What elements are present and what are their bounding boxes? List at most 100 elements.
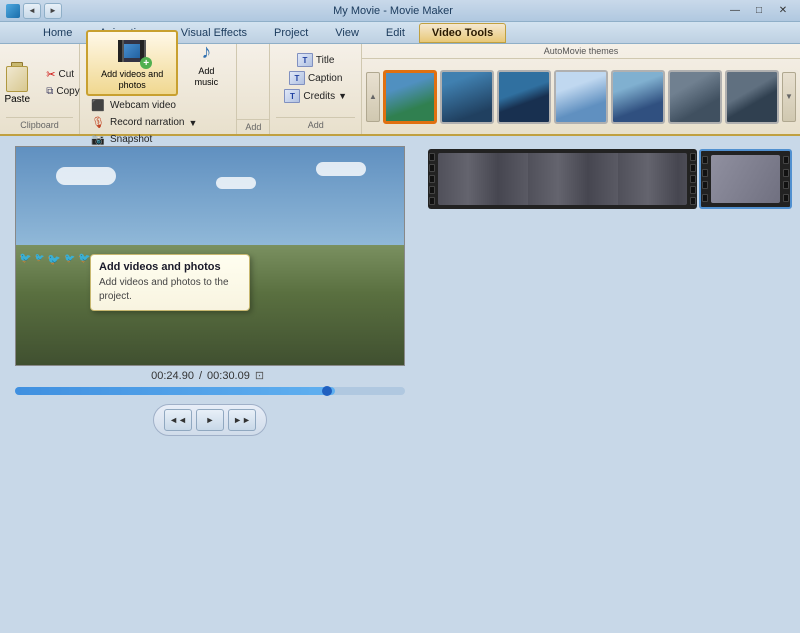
ribbon-group-add: + Add videos and photos ♪ Add music ⬛ We… — [80, 44, 237, 134]
film-holes-left — [428, 149, 436, 209]
add-overlay-icon: + — [140, 57, 152, 69]
film-holes-right-2 — [782, 151, 790, 207]
title-bar: ◄ ► My Movie - Movie Maker — □ ✕ — [0, 0, 800, 22]
playback-controls: ◄◄ ► ►► — [153, 404, 267, 436]
add-music-label: Add music — [186, 66, 226, 88]
film-hole-s2 — [702, 169, 708, 177]
theme-5-preview — [613, 72, 663, 122]
ribbon-group-text: T Title T Caption T Credits ▼ Add — [269, 44, 362, 134]
film-hole-1 — [429, 153, 435, 161]
theme-4[interactable] — [554, 70, 608, 124]
theme-4-preview — [556, 72, 606, 122]
ribbon-group-clipboard: Paste ✂ Cut ⧉ Copy Clipboard — [0, 44, 80, 134]
tab-edit[interactable]: Edit — [373, 23, 418, 43]
automovie-section: AutoMovie themes ▲ ▼ — [362, 44, 800, 134]
back-button[interactable]: ◄ — [23, 3, 41, 19]
paste-button[interactable]: Paste — [0, 56, 39, 109]
cut-label: Cut — [58, 69, 74, 80]
theme-1-preview — [386, 73, 434, 121]
theme-3[interactable] — [497, 70, 551, 124]
theme-3-preview — [499, 72, 549, 122]
clipboard-label: Clipboard — [6, 117, 73, 130]
timeline-area — [420, 136, 800, 633]
film-hole-r1 — [690, 153, 696, 161]
credits-label: Credits — [303, 91, 335, 102]
film-hole-4 — [429, 186, 435, 194]
add-videos-label: Add videos and photos — [94, 69, 170, 91]
film-hole-sr4 — [783, 194, 789, 202]
narration-label: Record narration — [110, 117, 184, 128]
theme-6-preview — [670, 72, 720, 122]
caption-label: Caption — [308, 73, 342, 84]
theme-2[interactable] — [440, 70, 494, 124]
themes-scroll-up[interactable]: ▲ — [366, 72, 380, 122]
title-bar-left: ◄ ► — [6, 3, 62, 19]
timeline-segment-main[interactable] — [428, 149, 697, 209]
paste-icon — [1, 60, 33, 92]
themes-scroll-down[interactable]: ▼ — [782, 72, 796, 122]
cloud-2 — [216, 177, 256, 189]
copy-button[interactable]: ⧉ Copy — [42, 84, 84, 99]
progress-knob[interactable] — [322, 386, 332, 396]
title-button[interactable]: T Title — [293, 52, 339, 68]
film-hole-3 — [429, 175, 435, 183]
rewind-button[interactable]: ◄◄ — [164, 409, 192, 431]
credits-dropdown-icon: ▼ — [338, 91, 347, 101]
caption-icon: T — [289, 71, 305, 85]
time-display: 00:24.90 / 00:30.09 ⊡ — [151, 369, 269, 383]
theme-5[interactable] — [611, 70, 665, 124]
tab-view[interactable]: View — [322, 23, 372, 43]
film-hole-s3 — [702, 181, 708, 189]
close-button[interactable]: ✕ — [772, 3, 794, 19]
forward-button[interactable]: ► — [44, 3, 62, 19]
webcam-video-button[interactable]: ⬛ Webcam video — [86, 98, 230, 114]
film-preview — [438, 153, 687, 205]
timeline-segment-selected[interactable] — [699, 149, 793, 209]
credits-button[interactable]: T Credits ▼ — [280, 88, 351, 104]
credits-icon: T — [284, 89, 300, 103]
minimize-button[interactable]: — — [724, 3, 746, 19]
time-separator: / — [199, 370, 202, 382]
film-holes-left-2 — [701, 151, 709, 207]
current-time: 00:24.90 — [151, 370, 194, 382]
record-narration-button[interactable]: 🎙 Record narration ▼ — [86, 115, 230, 131]
theme-1[interactable] — [383, 70, 437, 124]
preview-area: Add videos and photos Add videos and pho… — [0, 136, 420, 633]
theme-6[interactable] — [668, 70, 722, 124]
add-videos-button[interactable]: + Add videos and photos — [86, 30, 178, 96]
total-time: 00:30.09 — [207, 370, 250, 382]
maximize-button[interactable]: □ — [748, 3, 770, 19]
film-hole-5 — [429, 197, 435, 205]
music-icon: ♪ — [192, 38, 220, 66]
webcam-label: Webcam video — [110, 100, 176, 111]
film-holes-right — [689, 149, 697, 209]
text-group-label: Add — [276, 117, 355, 130]
progress-bar[interactable] — [15, 387, 405, 395]
theme-7-preview — [727, 72, 777, 122]
tab-project[interactable]: Project — [261, 23, 321, 43]
cloud-3 — [316, 162, 366, 176]
fullscreen-button[interactable]: ⊡ — [255, 369, 269, 383]
film-hole-sr2 — [783, 169, 789, 177]
film-hole-sr1 — [783, 156, 789, 164]
scene-sky — [16, 147, 404, 245]
cut-button[interactable]: ✂ Cut — [42, 66, 84, 83]
caption-button[interactable]: T Caption — [285, 70, 346, 86]
tooltip-description: Add videos and photos to the project. — [99, 276, 241, 304]
cloud-1 — [56, 167, 116, 185]
paste-main — [6, 66, 28, 92]
main-content: Add videos and photos Add videos and pho… — [0, 136, 800, 633]
theme-7[interactable] — [725, 70, 779, 124]
fast-forward-button[interactable]: ►► — [228, 409, 256, 431]
play-button[interactable]: ► — [196, 409, 224, 431]
tab-video-tools[interactable]: Video Tools — [419, 23, 506, 43]
film-hole-r5 — [690, 197, 696, 205]
film-hole-r4 — [690, 186, 696, 194]
film-hole-2 — [429, 164, 435, 172]
webcam-icon: ⬛ — [90, 99, 106, 113]
add-label: Add — [237, 119, 269, 134]
clipboard-content: Paste ✂ Cut ⧉ Copy — [0, 48, 84, 117]
add-music-button[interactable]: ♪ Add music — [182, 35, 230, 91]
tab-home[interactable]: Home — [30, 23, 85, 43]
progress-fill — [15, 387, 335, 395]
